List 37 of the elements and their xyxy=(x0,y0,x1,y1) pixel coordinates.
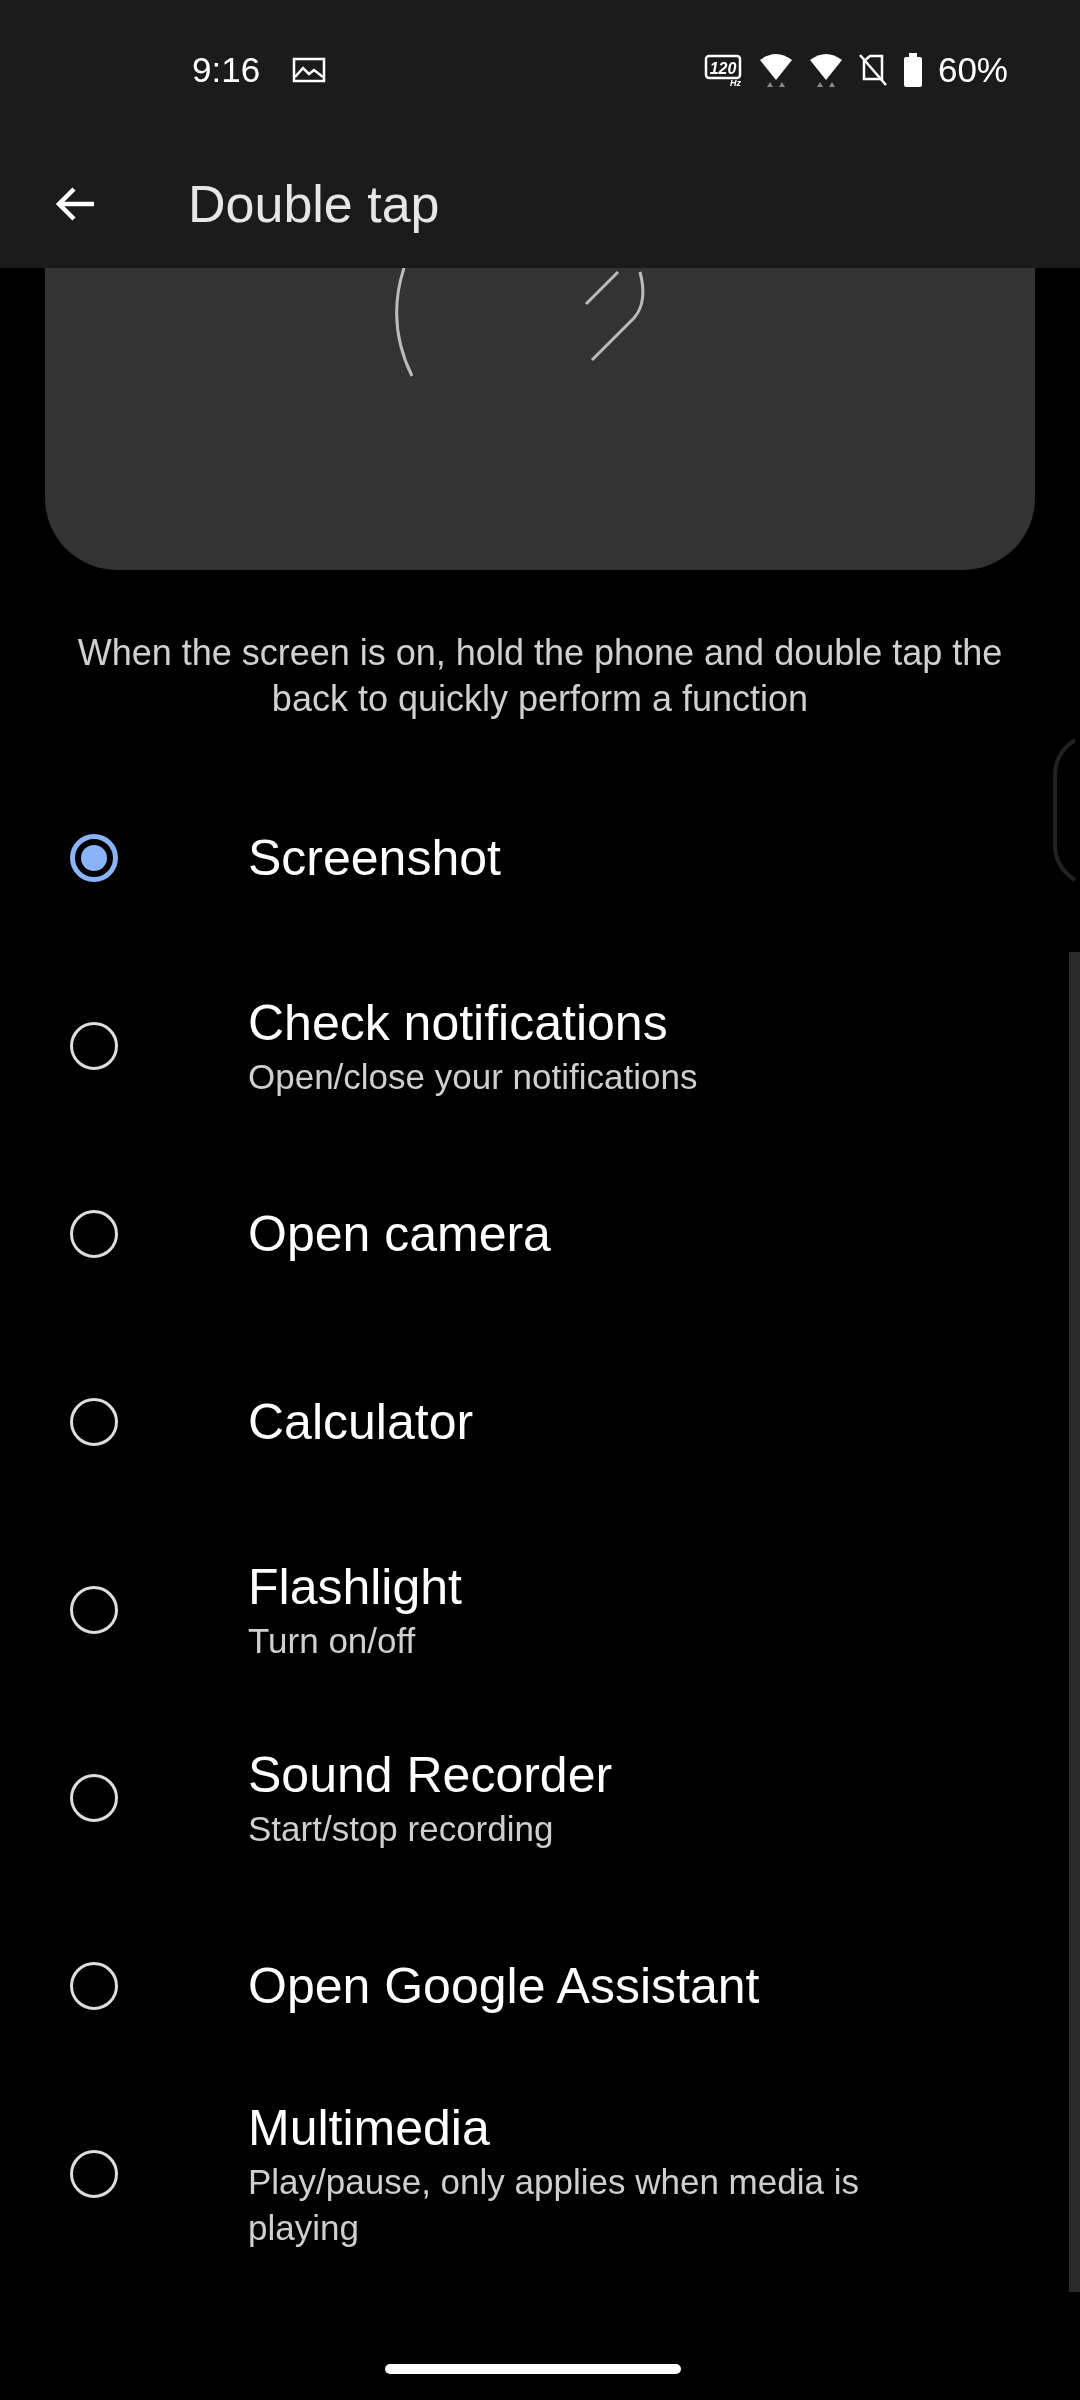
option-item[interactable]: Screenshot xyxy=(0,764,1056,952)
option-item[interactable]: Open Google Assistant xyxy=(0,1892,1056,2080)
option-title: Multimedia xyxy=(248,2099,491,2158)
radio-button[interactable] xyxy=(70,1210,118,1258)
option-subtitle: Open/close your notifications xyxy=(248,1056,698,1098)
option-item[interactable]: Multimedia Play/pause, only applies when media is playing xyxy=(0,2080,1056,2268)
option-item[interactable]: Sound Recorder Start/stop recording xyxy=(0,1704,1056,1892)
option-item[interactable]: Check notifications Open/close your notifications xyxy=(0,952,1056,1140)
option-title: Open Google Assistant xyxy=(248,1957,760,2016)
radio-button[interactable] xyxy=(70,1962,118,2010)
radio-button[interactable] xyxy=(70,1398,118,1446)
no-sim-icon xyxy=(857,53,888,87)
option-title: Open camera xyxy=(248,1205,551,1264)
radio-button[interactable] xyxy=(70,834,118,882)
status-time: 9:16 xyxy=(192,50,261,90)
battery-icon xyxy=(901,52,924,88)
description-text: When the screen is on, hold the phone and double tap the back to quickly perform a function xyxy=(76,631,1004,721)
radio-button[interactable] xyxy=(70,1586,118,1634)
option-subtitle: Turn on/off xyxy=(248,1620,417,1662)
option-title: Check notifications xyxy=(248,994,669,1053)
option-subtitle: Start/stop recording xyxy=(248,1808,555,1850)
page-title: Double tap xyxy=(188,174,440,234)
option-subtitle: Play/pause, only applies when media is playing xyxy=(248,2161,860,2249)
wifi-icon xyxy=(757,52,794,88)
option-item[interactable]: Open camera xyxy=(0,1140,1056,1328)
radio-button[interactable] xyxy=(70,1022,118,1070)
radio-button[interactable] xyxy=(70,2150,118,2198)
option-title: Screenshot xyxy=(248,829,501,888)
option-title: Calculator xyxy=(248,1393,474,1452)
wifi-icon xyxy=(807,52,844,88)
option-title: Flashlight xyxy=(248,1558,462,1617)
image-icon xyxy=(292,56,327,84)
option-item[interactable]: Flashlight Turn on/off xyxy=(0,1516,1056,1704)
battery-percentage: 60% xyxy=(937,50,1008,90)
option-title: Sound Recorder xyxy=(248,1746,613,1805)
radio-button[interactable] xyxy=(70,1774,118,1822)
option-item[interactable]: Calculator xyxy=(0,1328,1056,1516)
